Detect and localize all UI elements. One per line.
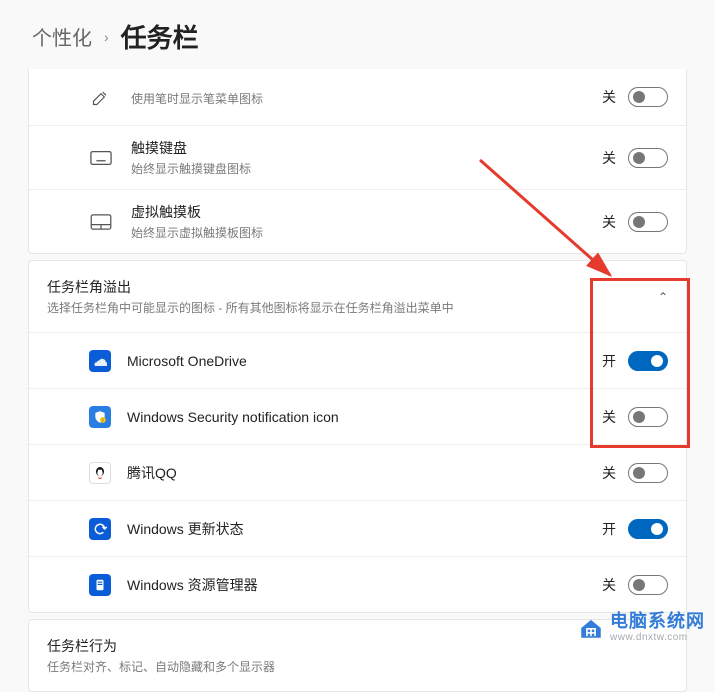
toggle-pen[interactable]	[628, 87, 668, 107]
section-sub: 选择任务栏角中可能显示的图标 - 所有其他图标将显示在任务栏角溢出菜单中	[47, 299, 642, 316]
section-sub: 任务栏对齐、标记、自动隐藏和多个显示器	[47, 658, 668, 675]
app-name: Microsoft OneDrive	[127, 353, 602, 369]
app-name: 腾讯QQ	[127, 463, 602, 483]
row-virtual-touchpad[interactable]: 虚拟触摸板 始终显示虚拟触摸板图标 关	[29, 189, 686, 253]
touchpad-icon	[89, 210, 113, 234]
toggle-touch-keyboard[interactable]	[628, 148, 668, 168]
chevron-right-icon: ›	[104, 29, 109, 45]
breadcrumb-current: 任务栏	[121, 18, 199, 55]
pen-icon	[89, 85, 113, 109]
toggle-state: 开	[602, 519, 616, 539]
breadcrumb-parent[interactable]: 个性化	[32, 22, 92, 51]
toggle-virtual-touchpad[interactable]	[628, 212, 668, 232]
update-icon	[89, 518, 111, 540]
toggle-state: 关	[602, 148, 616, 168]
toggle-state: 关	[602, 463, 616, 483]
row-title: 触摸键盘	[131, 138, 602, 158]
row-qq[interactable]: 腾讯QQ 关	[29, 444, 686, 500]
toggle-state: 关	[602, 407, 616, 427]
app-name: Windows 资源管理器	[127, 575, 602, 595]
section-title: 任务栏角溢出	[47, 277, 642, 297]
section-title: 任务栏行为	[47, 636, 668, 656]
toggle-state: 关	[602, 575, 616, 595]
app-name: Windows Security notification icon	[127, 409, 602, 425]
row-onedrive[interactable]: Microsoft OneDrive 开	[29, 332, 686, 388]
watermark-url: www.dnxtw.com	[610, 632, 705, 643]
onedrive-icon	[89, 350, 111, 372]
watermark-text: 电脑系统网	[610, 612, 705, 632]
toggle-explorer[interactable]	[628, 575, 668, 595]
overflow-card: 任务栏角溢出 选择任务栏角中可能显示的图标 - 所有其他图标将显示在任务栏角溢出…	[28, 260, 687, 613]
toggle-state: 关	[602, 87, 616, 107]
toggle-onedrive[interactable]	[628, 351, 668, 371]
row-sub: 始终显示触摸键盘图标	[131, 160, 602, 177]
svg-text:!: !	[102, 417, 103, 422]
chevron-up-icon: ⌃	[658, 290, 668, 304]
explorer-icon	[89, 574, 111, 596]
row-sub: 始终显示虚拟触摸板图标	[131, 224, 602, 241]
toggle-qq[interactable]	[628, 463, 668, 483]
toggle-state: 关	[602, 212, 616, 232]
row-touch-keyboard[interactable]: 触摸键盘 始终显示触摸键盘图标 关	[29, 125, 686, 189]
toggle-state: 开	[602, 351, 616, 371]
overflow-header[interactable]: 任务栏角溢出 选择任务栏角中可能显示的图标 - 所有其他图标将显示在任务栏角溢出…	[29, 261, 686, 332]
shield-icon: !	[89, 406, 111, 428]
breadcrumb: 个性化 › 任务栏	[0, 0, 715, 69]
qq-icon	[89, 462, 111, 484]
row-windows-update[interactable]: Windows 更新状态 开	[29, 500, 686, 556]
watermark: 电脑系统网 www.dnxtw.com	[578, 612, 705, 643]
toggle-update[interactable]	[628, 519, 668, 539]
row-pen-menu[interactable]: 使用笔时显示笔菜单图标 关	[29, 69, 686, 125]
app-name: Windows 更新状态	[127, 519, 602, 539]
row-explorer[interactable]: Windows 资源管理器 关	[29, 556, 686, 612]
corner-icons-card: 使用笔时显示笔菜单图标 关 触摸键盘 始终显示触摸键盘图标 关 虚拟触摸板 始终…	[28, 69, 687, 254]
row-title: 虚拟触摸板	[131, 202, 602, 222]
keyboard-icon	[89, 146, 113, 170]
row-sub: 使用笔时显示笔菜单图标	[131, 90, 602, 107]
row-security[interactable]: ! Windows Security notification icon 关	[29, 388, 686, 444]
toggle-security[interactable]	[628, 407, 668, 427]
watermark-logo-icon	[578, 615, 604, 641]
